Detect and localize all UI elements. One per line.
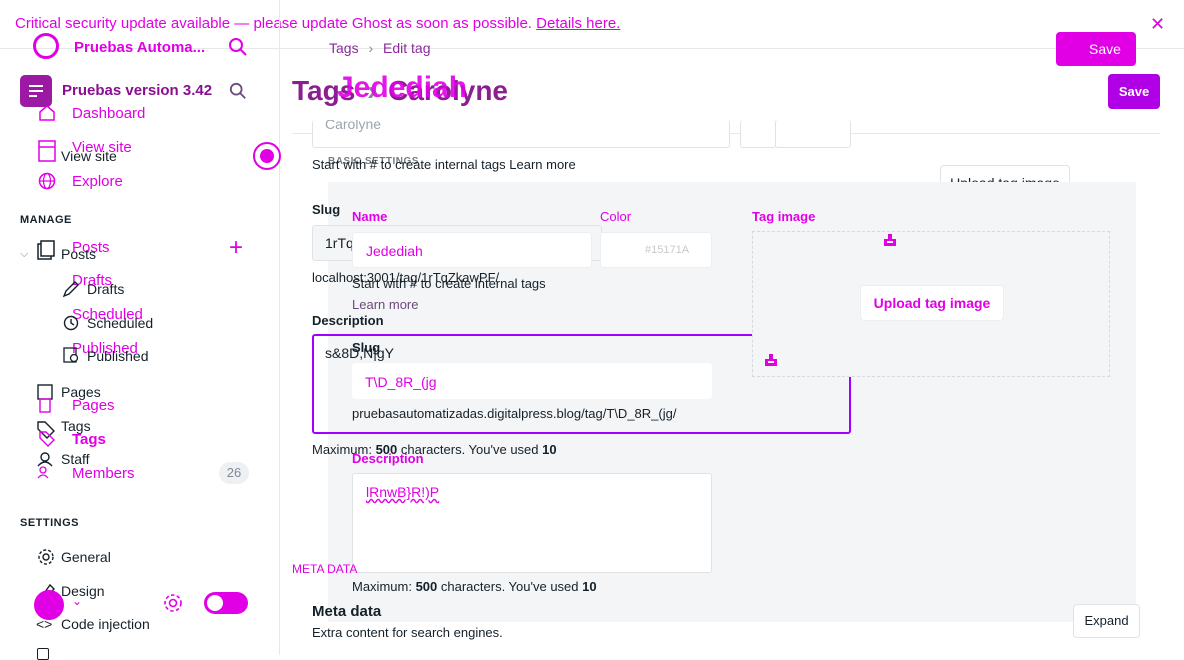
back-color-swatch[interactable] (740, 120, 776, 148)
name-input[interactable]: Jedediah (352, 232, 592, 268)
slug-label: Slug (352, 340, 381, 355)
slug-input[interactable]: T\D_8R_(jg (352, 363, 712, 399)
published-icon (63, 347, 79, 368)
search-icon[interactable] (228, 37, 248, 62)
nav-published-label: Published (87, 348, 149, 364)
integrations-icon (37, 648, 49, 660)
search-icon-secondary[interactable] (229, 82, 247, 105)
add-post-icon[interactable]: + (229, 234, 243, 262)
record-icon[interactable] (253, 142, 281, 170)
learn-more-link[interactable]: Learn more (352, 297, 418, 312)
posts-icon (37, 240, 55, 265)
description-textarea[interactable]: lRnwB}R!)P (352, 473, 712, 573)
sidebar-divider (279, 0, 280, 655)
back-description-counter: Maximum: 500 characters. You've used 10 (312, 442, 557, 457)
clock-icon (63, 315, 79, 336)
meta-data-subtitle: Extra content for search engines. (312, 625, 503, 640)
banner-details-link[interactable]: Details here. (536, 15, 620, 32)
breadcrumb-current: Edit tag (383, 40, 431, 56)
settings-heading: SETTINGS (20, 517, 80, 529)
nav-posts-label: Posts (61, 246, 97, 262)
name-label: Name (352, 209, 388, 224)
nav-tags[interactable]: Tags (72, 431, 106, 448)
expand-button[interactable]: Expand (1073, 604, 1140, 638)
save-button-overlay[interactable]: Save (1056, 32, 1136, 66)
user-menu-chevron-icon[interactable]: ⌄ (72, 594, 82, 608)
nav-design[interactable]: Design (61, 583, 105, 599)
breadcrumb-tags-link[interactable]: Tags (329, 40, 359, 56)
nav-explore[interactable]: Explore (72, 173, 123, 190)
tag-icon (37, 420, 57, 453)
home-icon (38, 104, 56, 127)
meta-data-heading: META DATA (292, 562, 358, 576)
site-name[interactable]: Pruebas Automa... (74, 39, 205, 56)
back-color-input[interactable] (775, 120, 851, 148)
nav-scheduled-label: Scheduled (87, 315, 154, 331)
back-slug-label: Slug (312, 202, 341, 217)
slug-url: pruebasautomatizadas.digitalpress.blog/t… (352, 406, 677, 421)
color-input[interactable]: #15171A (600, 232, 712, 268)
nav-dashboard[interactable]: Dashboard (72, 105, 145, 122)
user-avatar[interactable] (34, 590, 64, 620)
chevron-down-icon[interactable]: ⌵ (20, 248, 28, 261)
nav-view-site-label: View site (61, 148, 117, 164)
pages-icon (37, 384, 55, 419)
nav-members[interactable]: Members (72, 465, 135, 482)
manage-heading: MANAGE (20, 214, 72, 226)
nav-drafts-label: Drafts (87, 281, 125, 297)
basic-settings-heading: BASIC SETTINGS (328, 156, 419, 167)
description-label: Description (352, 451, 424, 466)
members-count-badge: 26 (219, 462, 249, 484)
pencil-icon (62, 280, 80, 303)
close-icon[interactable]: ✕ (1150, 14, 1165, 35)
breadcrumb: Tags › Edit tag (329, 40, 431, 56)
upload-icon (883, 233, 897, 252)
staff-icon (37, 452, 57, 485)
meta-data-title: Meta data (312, 603, 382, 620)
back-name-input[interactable]: Carolyne (312, 120, 730, 148)
breadcrumb-separator: › (368, 40, 374, 56)
view-site-icon (38, 140, 56, 167)
back-description-label: Description (312, 313, 384, 328)
description-counter: Maximum: 500 characters. You've used 10 (352, 579, 597, 594)
save-button[interactable]: Save (1108, 74, 1160, 109)
upload-tag-image-button[interactable]: Upload tag image (860, 285, 1004, 321)
ghost-logo-icon (33, 33, 59, 59)
nav-code-injection[interactable]: Code injection (61, 616, 150, 632)
night-mode-toggle[interactable] (204, 592, 248, 614)
security-banner: Critical security update available — ple… (15, 15, 620, 32)
color-label: Color (600, 209, 632, 224)
site-icon (20, 75, 52, 107)
name-hint: Start with # to create internal tags (352, 276, 546, 291)
banner-text: Critical security update available — ple… (15, 15, 532, 32)
nav-general[interactable]: General (61, 549, 111, 565)
nav-pages[interactable]: Pages (72, 397, 115, 414)
site-name-secondary[interactable]: Pruebas version 3.42 (62, 82, 212, 99)
general-settings-icon (37, 548, 55, 571)
page-title-overlay: Jedediah (337, 71, 468, 104)
tag-image-label: Tag image (752, 209, 816, 224)
globe-icon (38, 172, 56, 195)
upload-icon-secondary (764, 353, 778, 372)
gear-icon[interactable] (162, 592, 184, 619)
